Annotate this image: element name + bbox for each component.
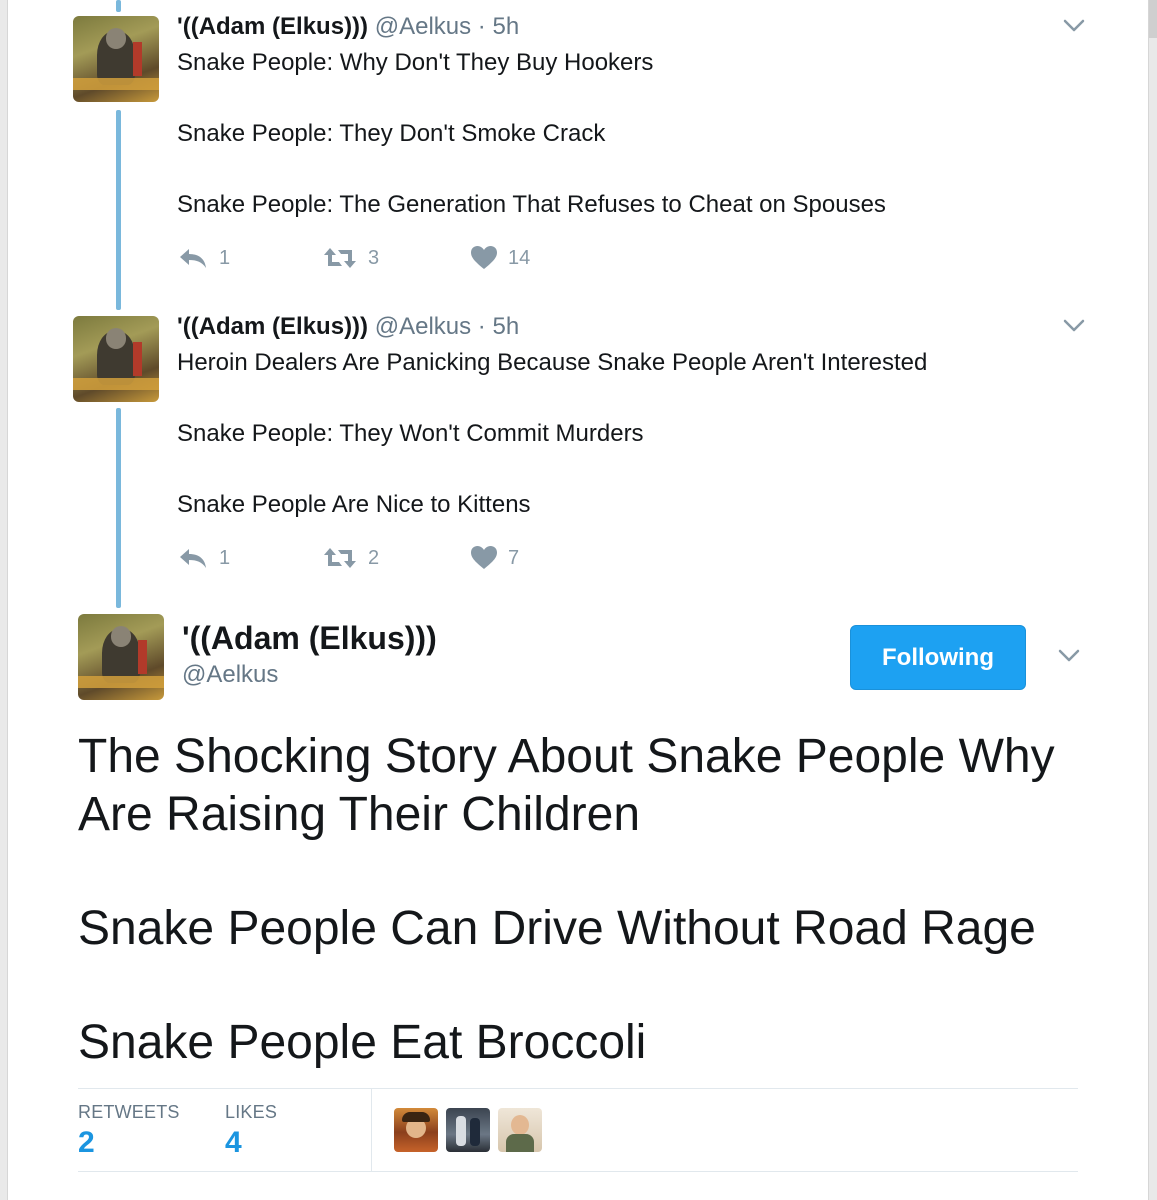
tweet-text-line: Snake People Are Nice to Kittens [177, 491, 531, 518]
avatar[interactable] [73, 316, 159, 402]
reply-button[interactable]: 1 [177, 245, 230, 271]
retweet-count: 2 [368, 546, 380, 569]
tweet-text-line: Snake People: Why Don't They Buy Hookers [177, 49, 654, 76]
tweet-text-line: Snake People: They Don't Smoke Crack [177, 120, 606, 147]
thread-tweet: '((Adam (Elkus))) @Aelkus · 5h Heroin De… [177, 313, 1097, 519]
thread-connector [116, 408, 121, 608]
chevron-down-icon[interactable] [1063, 19, 1085, 33]
separator-dot: · [477, 13, 486, 40]
liker-avatar[interactable] [446, 1108, 490, 1152]
likes-count[interactable]: 4 [225, 1126, 242, 1160]
thread-tweet: '((Adam (Elkus))) @Aelkus · 5h Snake Peo… [177, 13, 1097, 219]
retweet-button[interactable]: 3 [322, 245, 379, 271]
reply-count: 1 [219, 546, 231, 569]
retweet-icon [322, 545, 358, 571]
window-scrollbar-thumb[interactable] [1149, 0, 1157, 38]
likes-label[interactable]: LIKES [225, 1102, 277, 1123]
divider [78, 1171, 1078, 1172]
tweet-text-paragraph: The Shocking Story About Snake People Wh… [78, 730, 1055, 841]
reply-button[interactable]: 1 [177, 545, 230, 571]
like-count: 7 [508, 546, 520, 569]
tweet-text-paragraph: Snake People Eat Broccoli [78, 1016, 647, 1069]
tweet-timestamp[interactable]: 5h [492, 313, 519, 340]
divider [78, 1088, 1078, 1089]
following-button[interactable]: Following [850, 625, 1026, 690]
tweet-header: '((Adam (Elkus))) @Aelkus · 5h [177, 13, 1097, 41]
heart-icon [470, 545, 498, 571]
avatar[interactable] [73, 16, 159, 102]
liker-avatar[interactable] [394, 1108, 438, 1152]
retweets-count[interactable]: 2 [78, 1126, 95, 1160]
reply-icon [177, 245, 209, 271]
retweets-label[interactable]: RETWEETS [78, 1102, 180, 1123]
window-frame-left [0, 0, 8, 1200]
chevron-down-icon[interactable] [1058, 649, 1080, 663]
tweet-header: '((Adam (Elkus))) @Aelkus · 5h [177, 313, 1097, 341]
author-name[interactable]: '((Adam (Elkus))) [182, 620, 437, 657]
tweet-actions: 1 3 14 [177, 245, 677, 275]
chevron-down-icon[interactable] [1063, 319, 1085, 333]
author-name[interactable]: '((Adam (Elkus))) [177, 313, 368, 340]
avatar[interactable] [78, 614, 164, 700]
thread-connector [116, 110, 121, 310]
author-name[interactable]: '((Adam (Elkus))) [177, 13, 368, 40]
tweet-timestamp[interactable]: 5h [492, 13, 519, 40]
tweet-text-paragraph: Snake People Can Drive Without Road Rage [78, 902, 1036, 955]
tweet-text-line: Snake People: The Generation That Refuse… [177, 191, 886, 218]
author-handle[interactable]: @Aelkus [375, 313, 471, 340]
like-button[interactable]: 14 [470, 245, 530, 271]
thread-connector [116, 0, 121, 12]
retweet-button[interactable]: 2 [322, 545, 379, 571]
like-count: 14 [508, 246, 531, 269]
author-handle[interactable]: @Aelkus [375, 13, 471, 40]
divider [371, 1089, 372, 1171]
reply-icon [177, 545, 209, 571]
window-scrollbar-track[interactable] [1148, 0, 1157, 1200]
tweet-text-line: Heroin Dealers Are Panicking Because Sna… [177, 349, 928, 376]
tweet-actions: 1 2 7 [177, 545, 677, 575]
author-handle[interactable]: @Aelkus [182, 661, 278, 689]
retweet-count: 3 [368, 246, 380, 269]
heart-icon [470, 245, 498, 271]
retweet-icon [322, 245, 358, 271]
separator-dot: · [477, 313, 486, 340]
like-button[interactable]: 7 [470, 545, 519, 571]
tweet-text-line: Snake People: They Won't Commit Murders [177, 420, 644, 447]
liker-avatar[interactable] [498, 1108, 542, 1152]
reply-count: 1 [219, 246, 231, 269]
